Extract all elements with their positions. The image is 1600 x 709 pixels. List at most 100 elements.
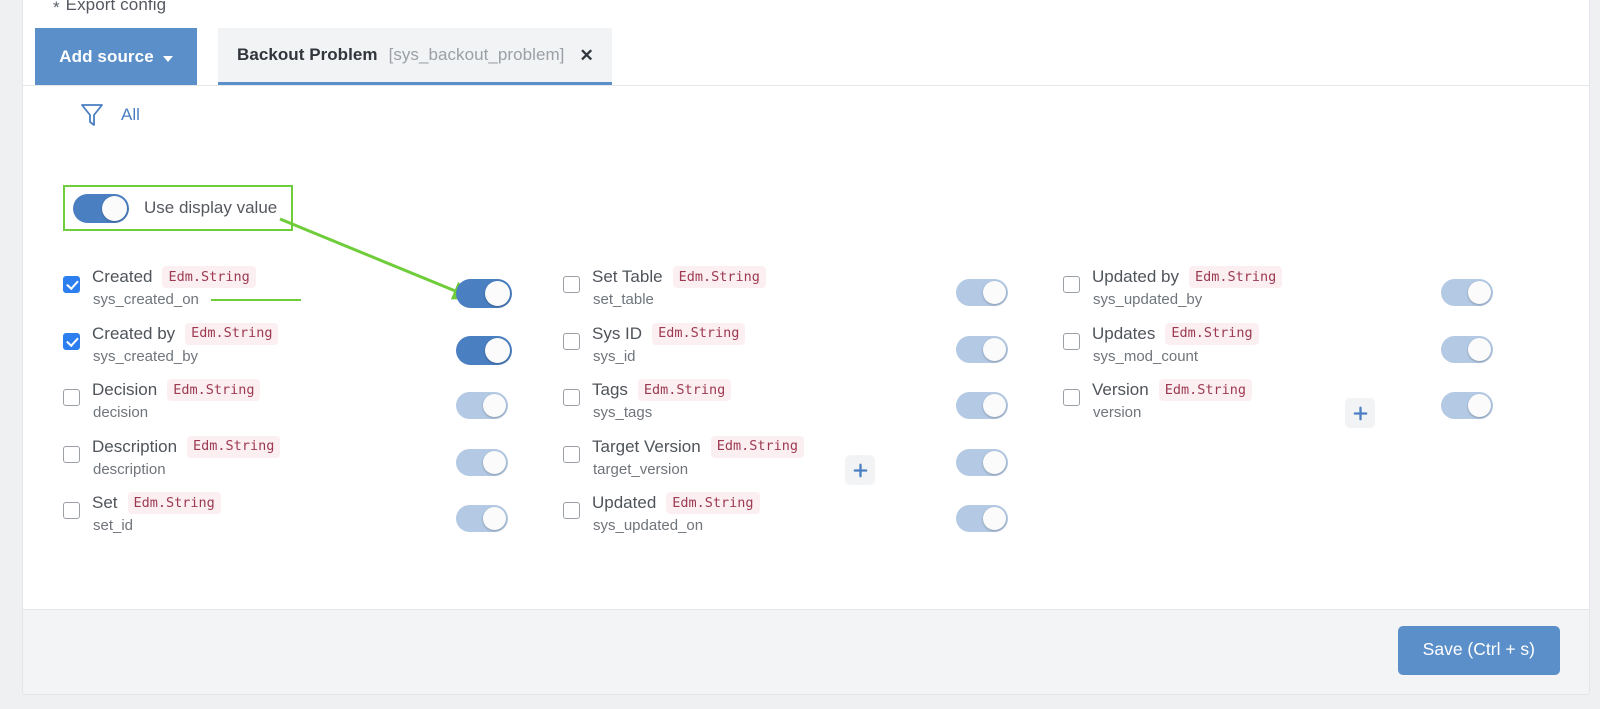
field-toggle[interactable] (456, 392, 508, 419)
field-toggle[interactable] (456, 505, 508, 532)
field-type-badge: Edm.String (1188, 266, 1283, 288)
field-type-badge: Edm.String (1165, 322, 1259, 345)
field-type-badge: Edm.String (710, 435, 804, 458)
field-internal-name: description (93, 460, 166, 478)
field-row: Target Version Edm.String target_version (563, 435, 1063, 492)
field-type-badge: Edm.String (637, 379, 732, 401)
field-checkbox[interactable] (63, 389, 80, 406)
field-internal-name: sys_mod_count (1093, 347, 1199, 365)
field-label: Decision (92, 380, 158, 399)
field-type-badge: Edm.String (127, 492, 221, 514)
field-checkbox[interactable] (63, 502, 80, 519)
field-toggle[interactable] (956, 279, 1008, 306)
export-config-label-row: * Export config (53, 0, 167, 17)
close-icon[interactable]: ✕ (579, 47, 593, 64)
field-toggle[interactable] (1441, 392, 1493, 419)
field-type-badge: Edm.String (672, 266, 766, 288)
field-checkbox[interactable] (563, 276, 580, 293)
field-toggle[interactable] (956, 335, 1008, 363)
field-row: Created Edm.String sys_created_on (63, 265, 563, 322)
field-row: Decision Edm.String decision (63, 378, 563, 435)
add-source-label: Add source (59, 46, 154, 66)
export-config-card: * Export config Add source Backout Probl… (22, 0, 1590, 695)
field-checkbox[interactable] (63, 276, 80, 293)
field-internal-name: set_table (593, 291, 654, 308)
field-toggle[interactable] (456, 335, 512, 365)
field-toggle[interactable] (456, 448, 508, 476)
field-checkbox[interactable] (1063, 332, 1080, 350)
field-label: Description (92, 436, 178, 456)
field-checkbox[interactable] (563, 445, 580, 463)
toggle-knob (483, 450, 506, 474)
field-column-1: Created Edm.String sys_created_on Create… (63, 265, 563, 548)
use-display-value-annotation-box: Use display value (63, 185, 293, 231)
field-checkbox[interactable] (563, 502, 580, 519)
field-toggle[interactable] (456, 279, 512, 308)
toggle-knob (483, 394, 506, 417)
filter-all-control[interactable]: All (79, 101, 140, 129)
field-label: Created (92, 267, 153, 286)
field-internal-name: sys_tags (593, 404, 653, 421)
field-checkbox[interactable] (563, 389, 580, 406)
field-row: Set Table Edm.String set_table (563, 265, 1063, 322)
toggle-knob (102, 195, 127, 221)
toggle-knob (483, 507, 506, 530)
tab-backout-problem[interactable]: Backout Problem [sys_backout_problem] ✕ (218, 28, 612, 85)
field-type-badge: Edm.String (187, 435, 281, 458)
field-row: Updates Edm.String sys_mod_count (1063, 322, 1563, 379)
field-row: Set Edm.String set_id (63, 491, 563, 548)
toggle-knob (983, 281, 1006, 304)
save-button[interactable]: Save (Ctrl + s) (1397, 626, 1560, 675)
field-label: Set (92, 493, 118, 512)
toggle-knob (485, 281, 510, 306)
field-checkbox[interactable] (63, 332, 80, 350)
field-checkbox[interactable] (563, 332, 580, 350)
add-source-button[interactable]: Add source (35, 28, 197, 85)
toggle-knob (983, 450, 1006, 474)
field-internal-name: sys_id (593, 347, 636, 365)
tabstrip-divider (23, 85, 1589, 86)
field-type-badge: Edm.String (1158, 379, 1252, 401)
field-columns: Created Edm.String sys_created_on Create… (63, 265, 1563, 548)
field-internal-name: version (1093, 404, 1142, 421)
field-internal-name: set_id (93, 517, 134, 534)
field-checkbox[interactable] (63, 445, 80, 463)
field-toggle[interactable] (956, 505, 1008, 532)
field-toggle[interactable] (1441, 279, 1493, 306)
field-checkbox[interactable] (1063, 389, 1080, 406)
add-field-button-column-2[interactable] (845, 455, 875, 485)
field-type-badge: Edm.String (666, 492, 760, 514)
field-row: Updated by Edm.String sys_updated_by (1063, 265, 1563, 322)
field-row: Created by Edm.String sys_created_by (63, 322, 563, 379)
required-marker: * (53, 0, 60, 17)
field-toggle[interactable] (956, 448, 1008, 476)
source-tabstrip: Add source Backout Problem [sys_backout_… (35, 28, 1589, 85)
use-display-value-toggle[interactable] (73, 193, 129, 223)
field-internal-name: decision (93, 404, 149, 421)
filter-label: All (121, 105, 140, 124)
field-internal-name: sys_updated_on (593, 517, 704, 534)
plus-icon (853, 463, 867, 477)
field-toggle[interactable] (1441, 335, 1493, 363)
field-row: Updated Edm.String sys_updated_on (563, 491, 1063, 548)
field-label: Version (1092, 380, 1149, 399)
add-field-button-column-3[interactable] (1345, 398, 1375, 428)
toggle-knob (1468, 337, 1491, 361)
tab-title: Backout Problem (237, 45, 378, 64)
field-label: Set Table (592, 267, 663, 286)
field-checkbox[interactable] (1063, 276, 1080, 293)
field-column-3: Updated by Edm.String sys_updated_by Upd… (1063, 265, 1563, 548)
field-type-badge: Edm.String (162, 266, 256, 288)
use-display-value-label: Use display value (144, 198, 278, 217)
field-row: Sys ID Edm.String sys_id (563, 322, 1063, 379)
app-root: * Export config Add source Backout Probl… (0, 0, 1600, 709)
chevron-down-icon (162, 55, 173, 62)
toggle-knob (485, 337, 510, 363)
tab-table-name: [sys_backout_problem] (388, 45, 565, 64)
page-title: Export config (65, 0, 167, 14)
field-toggle[interactable] (956, 392, 1008, 419)
field-row: Tags Edm.String sys_tags (563, 378, 1063, 435)
field-type-badge: Edm.String (185, 322, 279, 345)
toggle-knob (1468, 281, 1491, 304)
field-type-badge: Edm.String (167, 379, 261, 401)
